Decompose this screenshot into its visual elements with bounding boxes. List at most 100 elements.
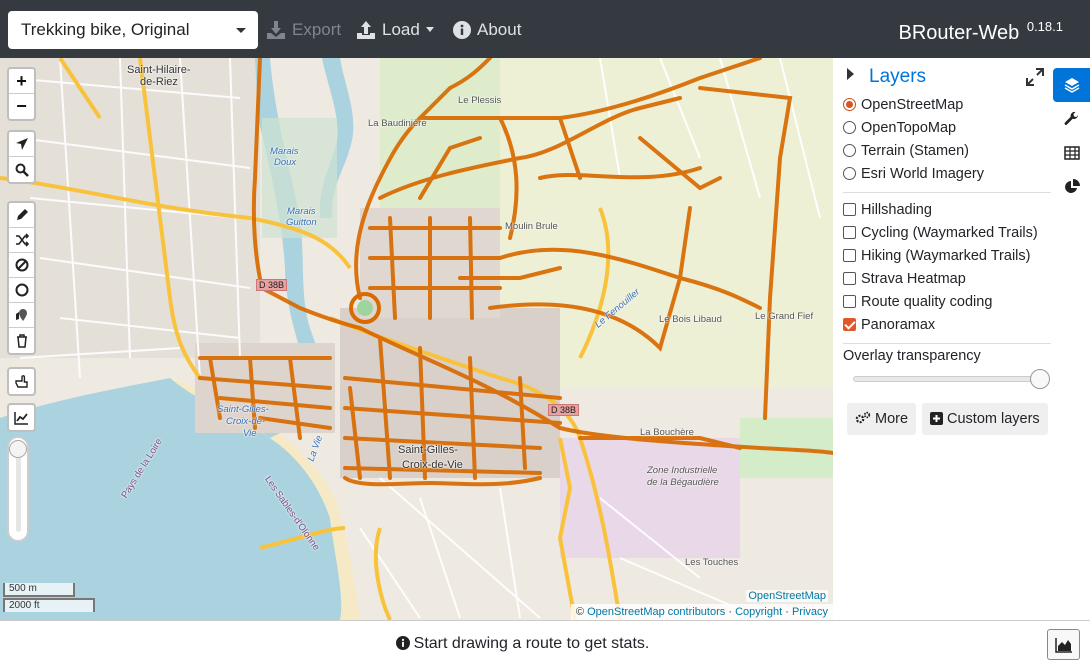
draw-route-button[interactable] [9,203,34,228]
export-button[interactable]: Export [266,0,341,58]
label-d38b-east: D 38B [548,404,580,416]
overlay-option[interactable]: Hiking (Waymarked Trails) [843,245,1053,268]
info-circle-icon [395,636,410,650]
label-la-bouchere: La Bouchère [640,427,694,438]
layers-icon [1064,78,1079,93]
osm-contributors-link[interactable]: OpenStreetMap contributors [587,606,725,618]
profile-select[interactable]: Trekking bike, Original [8,11,258,49]
opacity-slider[interactable] [7,436,29,542]
label-zone-2: de la Bégaudière [647,477,719,488]
tab-data-table[interactable] [1053,136,1090,170]
zoom-in-button[interactable]: + [9,69,34,94]
label-le-plessis: Le Plessis [458,95,502,106]
custom-layers-button[interactable]: Custom layers [922,403,1048,435]
checkbox[interactable] [843,272,856,285]
opacity-slider-knob[interactable] [9,440,27,458]
base-layer-option[interactable]: OpenTopoMap [843,117,1053,140]
scale-imperial: 2000 ft [3,598,95,612]
overlay-option[interactable]: Cycling (Waymarked Trails) [843,222,1053,245]
elevation-toggle-button[interactable] [9,405,34,430]
overlay-transparency-thumb[interactable] [1030,369,1050,389]
draw-toolbar [7,201,36,355]
area-chart-icon [1054,637,1072,653]
poi-button[interactable] [9,303,34,328]
zoom-control: + − [7,67,36,121]
reverse-route-button[interactable] [9,228,34,253]
about-button[interactable]: About [453,0,521,58]
label-zone-1: Zone Industrielle [647,465,718,476]
sidebar: Layers OpenStreetMap OpenTopoMap Terrain… [833,58,1090,620]
chart-line-icon [14,411,28,425]
shuffle-icon [15,233,29,247]
wrench-icon [1064,111,1078,125]
brand-name: BRouter-Web [898,22,1020,44]
plus-square-icon [930,412,943,425]
radio-button[interactable] [843,98,856,111]
custom-layers-label: Custom layers [947,411,1040,427]
zoom-out-button[interactable]: − [9,94,34,119]
radio-button[interactable] [843,144,856,157]
search-button[interactable] [9,157,34,182]
copyright-link[interactable]: Copyright [735,606,782,618]
app-version: 0.18.1 [1026,19,1063,34]
label-le-grand-fief: Le Grand Fief [755,311,814,322]
top-navbar: Trekking bike, Original Export Load Abou… [0,0,1090,58]
elevation-chart-button[interactable] [1047,629,1080,660]
label-les-touches: Les Touches [685,557,739,568]
stats-message: Start drawing a route to get stats. [413,635,650,652]
overlay-label: Strava Heatmap [861,271,966,287]
tab-layers[interactable] [1053,68,1090,102]
route-stats: Start drawing a route to get stats. [0,635,1045,653]
route-mode-button[interactable] [9,369,34,394]
base-layer-label: OpenStreetMap [861,97,964,113]
overlay-option[interactable]: Hillshading [843,199,1053,222]
overlay-label: Panoramax [861,317,936,333]
base-layer-label: OpenTopoMap [861,120,957,136]
label-de-riez: de-Riez [140,76,178,88]
location-arrow-icon [15,138,28,150]
attribution-copyright-symbol: © [575,606,585,618]
checkbox[interactable] [843,295,856,308]
no-go-area-button[interactable] [9,253,34,278]
privacy-link[interactable]: Privacy [792,606,828,618]
load-button[interactable]: Load [356,0,434,58]
ban-icon [15,258,28,272]
base-layer-option[interactable]: Terrain (Stamen) [843,140,1053,163]
pie-chart-icon [1064,179,1080,193]
attribution-separator: · [785,606,789,618]
delete-route-button[interactable] [9,328,34,353]
radio-button[interactable] [843,121,856,134]
circle-area-button[interactable] [9,278,34,303]
overlay-option[interactable]: Panoramax [843,314,1053,337]
checkbox-checked[interactable] [843,318,856,331]
trash-icon [16,333,27,348]
cogs-icon [855,411,871,424]
overlay-option[interactable]: Route quality coding [843,291,1053,314]
base-layer-label: Esri World Imagery [861,166,985,182]
more-layers-button[interactable]: More [847,403,917,435]
base-layer-label: Terrain (Stamen) [861,143,969,159]
pencil-icon [16,209,28,220]
checkbox[interactable] [843,203,856,216]
checkbox[interactable] [843,249,856,262]
tab-settings[interactable] [1053,102,1090,136]
locate-button[interactable] [9,132,34,157]
info-circle-icon [453,21,471,39]
radio-button[interactable] [843,167,856,180]
layers-panel-title: Layers [869,66,927,87]
base-layer-option[interactable]: Esri World Imagery [843,163,1053,186]
map-view[interactable]: Saint-Hilaire- de-Riez Le Plessis La Bau… [0,58,833,620]
expand-panel-button[interactable] [1026,68,1044,91]
overlay-option[interactable]: Strava Heatmap [843,268,1053,291]
label-marais-doux-2: Doux [274,157,297,168]
label-saint-gilles-center-1: Saint-Gilles- [398,444,458,456]
base-layer-option[interactable]: OpenStreetMap [843,94,1053,117]
sidebar-tabs [1053,68,1090,204]
overlay-transparency-label: Overlay transparency [843,348,981,364]
checkbox[interactable] [843,226,856,239]
overlay-transparency-slider[interactable] [853,369,1050,389]
hand-pointer-icon [15,375,28,388]
tab-analysis[interactable] [1053,170,1090,204]
layers-panel-header[interactable]: Layers [847,66,926,88]
opacity-slider-track [16,448,21,532]
